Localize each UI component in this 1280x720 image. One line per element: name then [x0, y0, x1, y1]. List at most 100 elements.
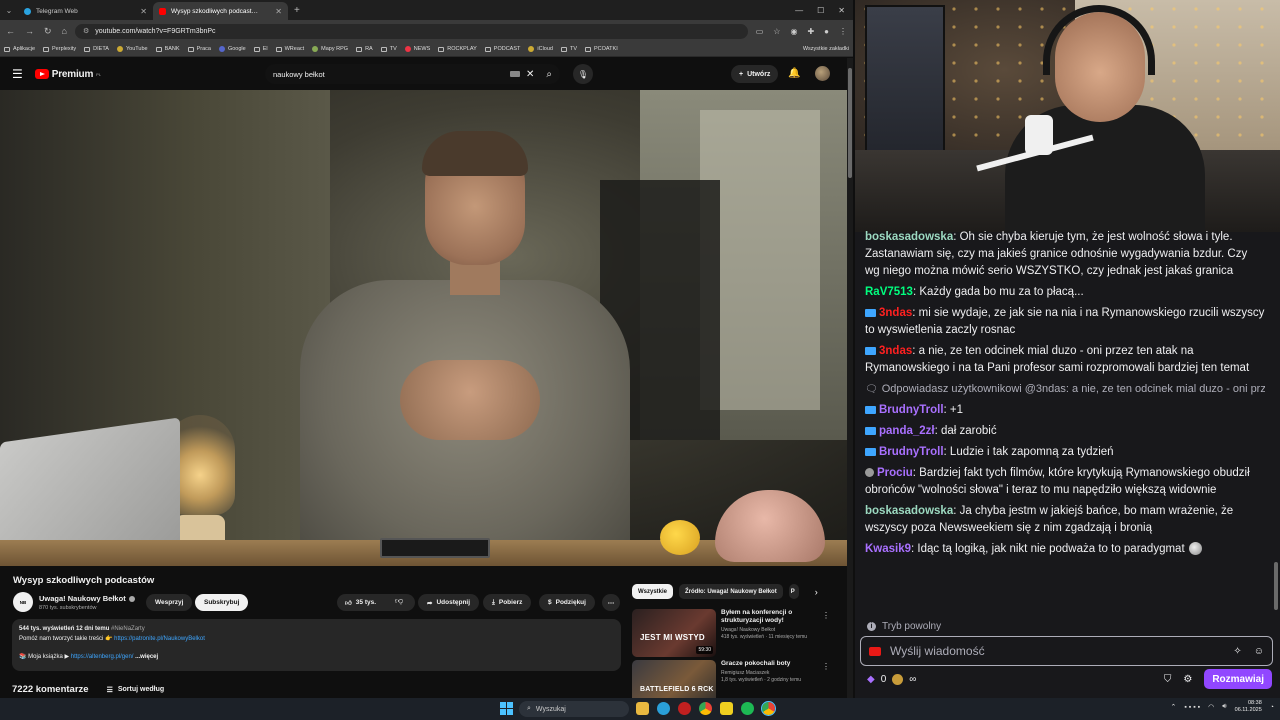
- send-chat-button[interactable]: Rozmawiaj: [1204, 669, 1272, 689]
- tray-apps-icon[interactable]: ▪ ▪ ▪ ▪: [1184, 704, 1200, 711]
- recommendation-channel[interactable]: Remigiusz Maciaszek: [721, 670, 832, 676]
- sort-comments-button[interactable]: ☰ Sortuj według: [107, 686, 165, 694]
- hashtag[interactable]: #NieNaZarty: [111, 626, 145, 632]
- bookmark-item[interactable]: TV: [380, 46, 397, 52]
- chat-scrollbar[interactable]: [1272, 232, 1280, 617]
- account-avatar[interactable]: [815, 66, 830, 81]
- new-tab-button[interactable]: +: [294, 5, 300, 16]
- scrollbar-thumb[interactable]: [848, 68, 852, 178]
- page-scrollbar[interactable]: [847, 58, 853, 698]
- support-button[interactable]: Wesprzyj: [146, 594, 193, 611]
- bookmark-star-icon[interactable]: ☆: [773, 27, 780, 36]
- recommendation-menu-icon[interactable]: ⋮: [822, 611, 830, 620]
- wifi-icon[interactable]: ◠: [1208, 703, 1214, 711]
- chat-username[interactable]: Kwasik9: [865, 543, 911, 555]
- chat-username[interactable]: RaV7513: [865, 286, 913, 298]
- book-link[interactable]: https://altenberg.pl/gen/: [71, 654, 134, 660]
- chat-username[interactable]: boskasadowska: [865, 505, 953, 517]
- chip-next[interactable]: P: [788, 584, 799, 599]
- chat-message-input[interactable]: Wyślij wiadomość ✧ ☺: [860, 636, 1273, 666]
- bookmark-item[interactable]: PODCAST: [484, 46, 520, 52]
- chrome-icon[interactable]: [699, 702, 712, 715]
- bookmark-item[interactable]: PCOATKI: [585, 46, 618, 52]
- close-tab-icon[interactable]: ✕: [275, 7, 282, 16]
- video-description[interactable]: 544 tys. wyświetleń 12 dni temu #NieNaZa…: [12, 619, 621, 671]
- app-red-icon[interactable]: [678, 702, 691, 715]
- emote-picker-icon[interactable]: ☺: [1254, 646, 1264, 657]
- bookmark-item[interactable]: ROCKPLAY: [438, 46, 477, 52]
- chat-username[interactable]: Prociu: [877, 467, 913, 479]
- bookmark-item[interactable]: BANK: [155, 46, 180, 52]
- like-button[interactable]: 👍︎ 35 tys.: [337, 594, 415, 611]
- windows-start-icon[interactable]: [500, 702, 513, 715]
- recommendation-channel[interactable]: Uwaga! Naukowy Bełkot: [721, 627, 832, 633]
- bookmark-item[interactable]: RA: [356, 46, 373, 52]
- chat-username[interactable]: BrudnyTroll: [879, 404, 944, 416]
- home-icon[interactable]: ⌂: [62, 26, 67, 37]
- url-input[interactable]: ⚙ youtube.com/watch?v=F9GRTm3bnPc: [74, 23, 748, 39]
- show-more-button[interactable]: ...więcej: [135, 654, 158, 660]
- bookmark-item[interactable]: Aplikacje: [4, 46, 35, 52]
- thumbs-down-icon[interactable]: 👎︎: [395, 596, 403, 606]
- bookmark-item[interactable]: YouTube: [116, 46, 148, 52]
- channel-points[interactable]: ◆ 0 ∞: [867, 673, 916, 685]
- search-icon[interactable]: ⌕: [546, 69, 552, 80]
- download-button[interactable]: ⤓ Pobierz: [483, 594, 532, 611]
- menu-dots-icon[interactable]: ⋮: [839, 27, 847, 36]
- close-window-icon[interactable]: ✕: [838, 6, 845, 15]
- chat-username[interactable]: 3ndas: [879, 345, 912, 357]
- share-button[interactable]: ➦ Udostępnij: [418, 594, 480, 611]
- keyboard-icon[interactable]: [510, 71, 520, 77]
- bookmark-item[interactable]: WReact: [275, 46, 304, 52]
- channel-name[interactable]: Uwaga! Naukowy Bełkot: [39, 594, 126, 603]
- chat-username[interactable]: boskasadowska: [865, 231, 953, 243]
- patronite-link[interactable]: https://patronite.pl/NaukowyBelkot: [114, 636, 205, 642]
- chat-username[interactable]: panda_2zł: [879, 425, 935, 437]
- edge-icon[interactable]: [657, 702, 670, 715]
- puzzle-icon[interactable]: ✚: [807, 27, 814, 36]
- bookmark-item[interactable]: El: [253, 46, 268, 52]
- youtube-logo[interactable]: Premium PL: [34, 69, 101, 80]
- back-icon[interactable]: ←: [6, 26, 15, 37]
- recommendation-title[interactable]: Byłem na konferencji o strukturyzacji wo…: [721, 609, 832, 625]
- bookmark-item[interactable]: Perplexity: [43, 46, 76, 52]
- clear-search-icon[interactable]: ✕: [526, 69, 534, 80]
- notifications-bell-icon[interactable]: 🔔: [788, 68, 800, 79]
- reload-icon[interactable]: ↻: [44, 26, 52, 37]
- notes-icon[interactable]: [720, 702, 733, 715]
- chat-settings-icon[interactable]: ⚙: [1183, 674, 1192, 685]
- all-bookmarks-button[interactable]: Wszystkie zakładki: [803, 46, 849, 52]
- close-tab-icon[interactable]: ✕: [140, 7, 147, 16]
- bookmark-item[interactable]: Praca: [187, 46, 211, 52]
- minimize-icon[interactable]: —: [795, 6, 803, 15]
- bookmark-item[interactable]: Mapy RPG: [312, 46, 348, 52]
- tab-telegram[interactable]: Telegram Web ✕: [18, 2, 153, 20]
- bookmark-item[interactable]: iCloud: [528, 46, 553, 52]
- file-explorer-icon[interactable]: [636, 702, 649, 715]
- channel-avatar[interactable]: NB: [13, 592, 33, 612]
- more-actions-button[interactable]: ⋯: [602, 594, 620, 611]
- chips-next-arrow-icon[interactable]: ›: [815, 587, 818, 597]
- chat-username[interactable]: BrudnyTroll: [879, 446, 944, 458]
- chrome-active-icon[interactable]: [761, 701, 776, 716]
- chat-username[interactable]: 3ndas: [879, 307, 912, 319]
- site-info-icon[interactable]: ⚙: [83, 27, 89, 35]
- video-player[interactable]: [0, 90, 847, 566]
- channel-name-row[interactable]: Uwaga! Naukowy Bełkot: [39, 594, 135, 603]
- spotify-icon[interactable]: [741, 702, 754, 715]
- cast-icon[interactable]: ▭: [756, 27, 764, 36]
- shield-icon[interactable]: ⛉: [1164, 674, 1172, 685]
- bookmark-item[interactable]: DIETA: [84, 46, 109, 52]
- hamburger-menu-icon[interactable]: ☰: [12, 67, 23, 81]
- tray-overflow-icon[interactable]: ⌃: [1170, 703, 1176, 711]
- chip-from-channel[interactable]: Źródło: Uwaga! Naukowy Bełkot: [679, 584, 783, 599]
- clock[interactable]: 08:38 06.11.2025: [1235, 700, 1262, 714]
- recommendation-title[interactable]: Gracze pokochali boty: [721, 660, 832, 668]
- voice-search-icon[interactable]: 🎙: [573, 64, 593, 84]
- recommendation-item[interactable]: JEST MI WSTYD 59:30 Byłem na konferencji…: [632, 609, 832, 657]
- extension-icon[interactable]: ◉: [790, 27, 797, 36]
- subscribe-button[interactable]: Subskrybuj: [195, 594, 249, 611]
- tab-youtube[interactable]: Wysyp szkodliwych podcast… ✕: [153, 2, 288, 20]
- bookmark-item[interactable]: Google: [218, 46, 246, 52]
- bookmark-item[interactable]: TV: [560, 46, 577, 52]
